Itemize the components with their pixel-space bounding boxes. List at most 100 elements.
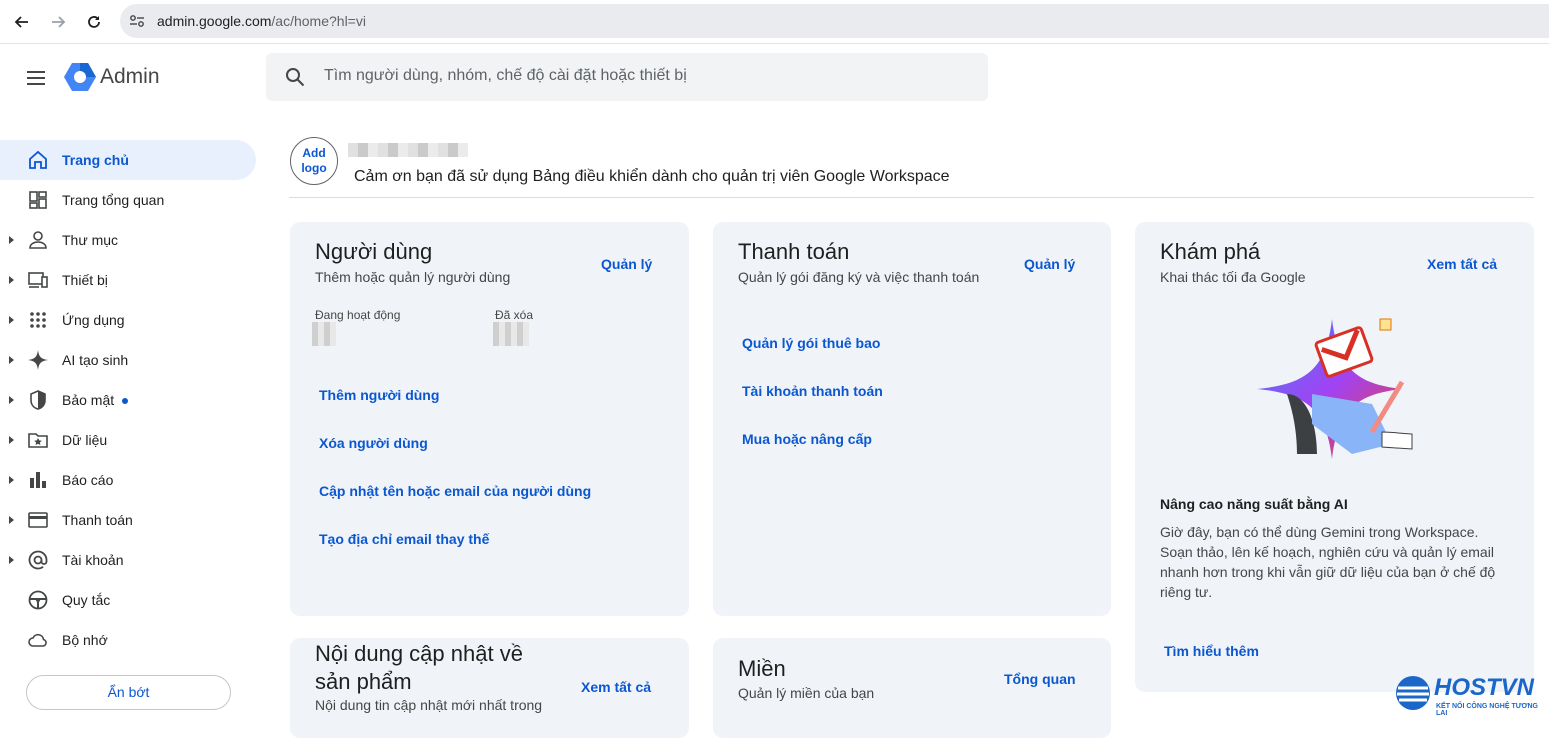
sidebar-nav: Trang chủ Trang tổng quan Thư mục Thiết … bbox=[0, 140, 262, 660]
organization-name-redacted bbox=[348, 143, 468, 157]
sidebar-item-label: Tài khoản bbox=[62, 552, 124, 568]
arrow-right-icon bbox=[52, 16, 66, 28]
card-subtitle: Quản lý miền của bạn bbox=[738, 685, 875, 701]
folder-star-icon bbox=[28, 433, 48, 448]
expand-caret-icon[interactable] bbox=[9, 276, 14, 284]
sidebar-item-apps[interactable]: Ứng dụng bbox=[0, 300, 262, 340]
sidebar-item-label: Dữ liệu bbox=[62, 432, 108, 448]
domains-overview-button[interactable]: Tổng quan bbox=[1004, 671, 1076, 687]
expand-caret-icon[interactable] bbox=[9, 356, 14, 364]
home-icon bbox=[29, 150, 47, 169]
users-card: Người dùng Thêm hoặc quản lý người dùng … bbox=[290, 222, 689, 616]
search-icon[interactable] bbox=[284, 66, 306, 88]
delete-user-link[interactable]: Xóa người dùng bbox=[319, 435, 428, 451]
expand-caret-icon[interactable] bbox=[9, 556, 14, 564]
expand-caret-icon[interactable] bbox=[9, 396, 14, 404]
expand-caret-icon[interactable] bbox=[9, 316, 14, 324]
search-box[interactable]: Tìm người dùng, nhóm, chế độ cài đặt hoặ… bbox=[266, 53, 988, 101]
sidebar-item-label: Trang tổng quan bbox=[62, 192, 165, 208]
sidebar-item-reports[interactable]: Báo cáo bbox=[0, 460, 262, 500]
sidebar-item-label: AI tạo sinh bbox=[62, 352, 129, 368]
sidebar-item-security[interactable]: Bảo mật bbox=[0, 380, 262, 420]
sidebar-item-label: Ứng dụng bbox=[62, 312, 125, 328]
browser-toolbar: admin.google.com/ac/home?hl=vi bbox=[0, 0, 1549, 44]
url-path: /ac/home?hl=vi bbox=[271, 13, 366, 29]
expand-caret-icon[interactable] bbox=[9, 476, 14, 484]
add-user-link[interactable]: Thêm người dùng bbox=[319, 387, 439, 403]
admin-hexagon-icon bbox=[64, 63, 96, 91]
product-name: Admin bbox=[100, 65, 160, 88]
sidebar-item-dashboard[interactable]: Trang tổng quan bbox=[0, 180, 262, 220]
sidebar-item-rules[interactable]: Quy tắc bbox=[0, 580, 262, 620]
sidebar-item-label: Bộ nhớ bbox=[62, 632, 108, 648]
hamburger-icon bbox=[27, 71, 45, 85]
product-updates-card: Nội dung cập nhật về sản phẩm Nội dung t… bbox=[290, 638, 689, 738]
devices-icon bbox=[28, 272, 48, 288]
sidebar-item-label: Thiết bị bbox=[62, 272, 108, 288]
gemini-gmail-illustration bbox=[1257, 318, 1413, 459]
welcome-message: Cảm ơn bạn đã sử dụng Bảng điều khiển dà… bbox=[354, 168, 950, 185]
sidebar-item-data[interactable]: Dữ liệu bbox=[0, 420, 262, 460]
back-button[interactable] bbox=[10, 10, 34, 34]
sparkle-icon bbox=[28, 350, 48, 370]
url-host: admin.google.com bbox=[157, 13, 272, 29]
expand-caret-icon[interactable] bbox=[9, 436, 14, 444]
main-menu-button[interactable] bbox=[24, 66, 48, 90]
admin-logo[interactable] bbox=[64, 62, 96, 97]
divider bbox=[289, 197, 1534, 198]
person-icon bbox=[29, 231, 47, 249]
card-title: Khám phá bbox=[1160, 239, 1261, 264]
collapse-sidebar-button[interactable]: Ẩn bớt bbox=[26, 675, 231, 710]
expand-caret-icon[interactable] bbox=[9, 516, 14, 524]
explore-heading: Nâng cao năng suất bằng AI bbox=[1160, 496, 1348, 512]
reload-icon bbox=[88, 16, 100, 28]
address-bar[interactable]: admin.google.com/ac/home?hl=vi bbox=[120, 4, 1549, 38]
cloud-icon bbox=[28, 633, 47, 647]
card-title: Nội dung cập nhật về sản phẩm bbox=[315, 640, 523, 696]
buy-or-upgrade-link[interactable]: Mua hoặc nâng cấp bbox=[742, 431, 872, 447]
manage-subscriptions-link[interactable]: Quản lý gói thuê bao bbox=[742, 335, 880, 351]
view-all-explore-button[interactable]: Xem tất cả bbox=[1427, 256, 1497, 272]
add-logo-button[interactable]: Add logo bbox=[290, 137, 338, 185]
view-all-updates-button[interactable]: Xem tất cả bbox=[581, 679, 651, 695]
sidebar-item-text: Bảo mật bbox=[62, 392, 115, 408]
site-settings-icon[interactable] bbox=[128, 12, 146, 30]
shield-icon bbox=[30, 390, 46, 410]
manage-billing-button[interactable]: Quản lý bbox=[1024, 256, 1075, 272]
sidebar-item-account[interactable]: Tài khoản bbox=[0, 540, 262, 580]
domains-card: Miền Quản lý miền của bạn Tổng quan bbox=[713, 638, 1111, 738]
billing-accounts-link[interactable]: Tài khoản thanh toán bbox=[742, 383, 883, 399]
reload-button[interactable] bbox=[82, 10, 106, 34]
forward-button[interactable] bbox=[46, 10, 70, 34]
credit-card-icon bbox=[28, 512, 48, 528]
billing-card: Thanh toán Quản lý gói đăng ký và việc t… bbox=[713, 222, 1111, 616]
sidebar-item-directory[interactable]: Thư mục bbox=[0, 220, 262, 260]
manage-users-button[interactable]: Quản lý bbox=[601, 256, 652, 272]
hostvn-wordmark: HOSTVN bbox=[1434, 674, 1535, 701]
update-user-name-email-link[interactable]: Cập nhật tên hoặc email của người dùng bbox=[319, 483, 591, 499]
at-sign-icon bbox=[28, 550, 48, 570]
card-title: Thanh toán bbox=[738, 239, 850, 264]
create-alternate-email-link[interactable]: Tạo địa chỉ email thay thế bbox=[319, 531, 489, 547]
explore-body: Giờ đây, bạn có thể dùng Gemini trong Wo… bbox=[1160, 524, 1496, 600]
search-input[interactable]: Tìm người dùng, nhóm, chế độ cài đặt hoặ… bbox=[324, 67, 687, 85]
hostvn-watermark: HOSTVN KẾT NỐI CÔNG NGHỆ TƯƠNG LAI bbox=[1394, 672, 1549, 718]
sidebar-item-storage[interactable]: Bộ nhớ bbox=[0, 620, 262, 660]
learn-more-link[interactable]: Tìm hiểu thêm bbox=[1164, 643, 1259, 659]
expand-caret-icon[interactable] bbox=[9, 236, 14, 244]
card-title-line: Nội dung cập nhật về bbox=[315, 641, 523, 666]
arrow-left-icon bbox=[14, 16, 28, 28]
deleted-users-count-redacted bbox=[493, 322, 529, 346]
url-text: admin.google.com/ac/home?hl=vi bbox=[157, 13, 366, 29]
sidebar-item-home[interactable]: Trang chủ bbox=[0, 140, 256, 180]
sidebar-item-devices[interactable]: Thiết bị bbox=[0, 260, 262, 300]
sidebar-item-generative-ai[interactable]: AI tạo sinh bbox=[0, 340, 262, 380]
deleted-users-label: Đã xóa bbox=[495, 308, 534, 322]
sidebar-item-label: Bảo mật bbox=[62, 392, 129, 408]
sidebar-item-billing[interactable]: Thanh toán bbox=[0, 500, 262, 540]
hostvn-tagline: KẾT NỐI CÔNG NGHỆ TƯƠNG LAI bbox=[1436, 703, 1539, 717]
sidebar-item-label: Thanh toán bbox=[62, 512, 133, 528]
active-users-count-redacted bbox=[312, 322, 336, 346]
card-subtitle: Nội dung tin cập nhật mới nhất trong bbox=[315, 697, 543, 713]
hostvn-logo-icon bbox=[1396, 676, 1430, 710]
